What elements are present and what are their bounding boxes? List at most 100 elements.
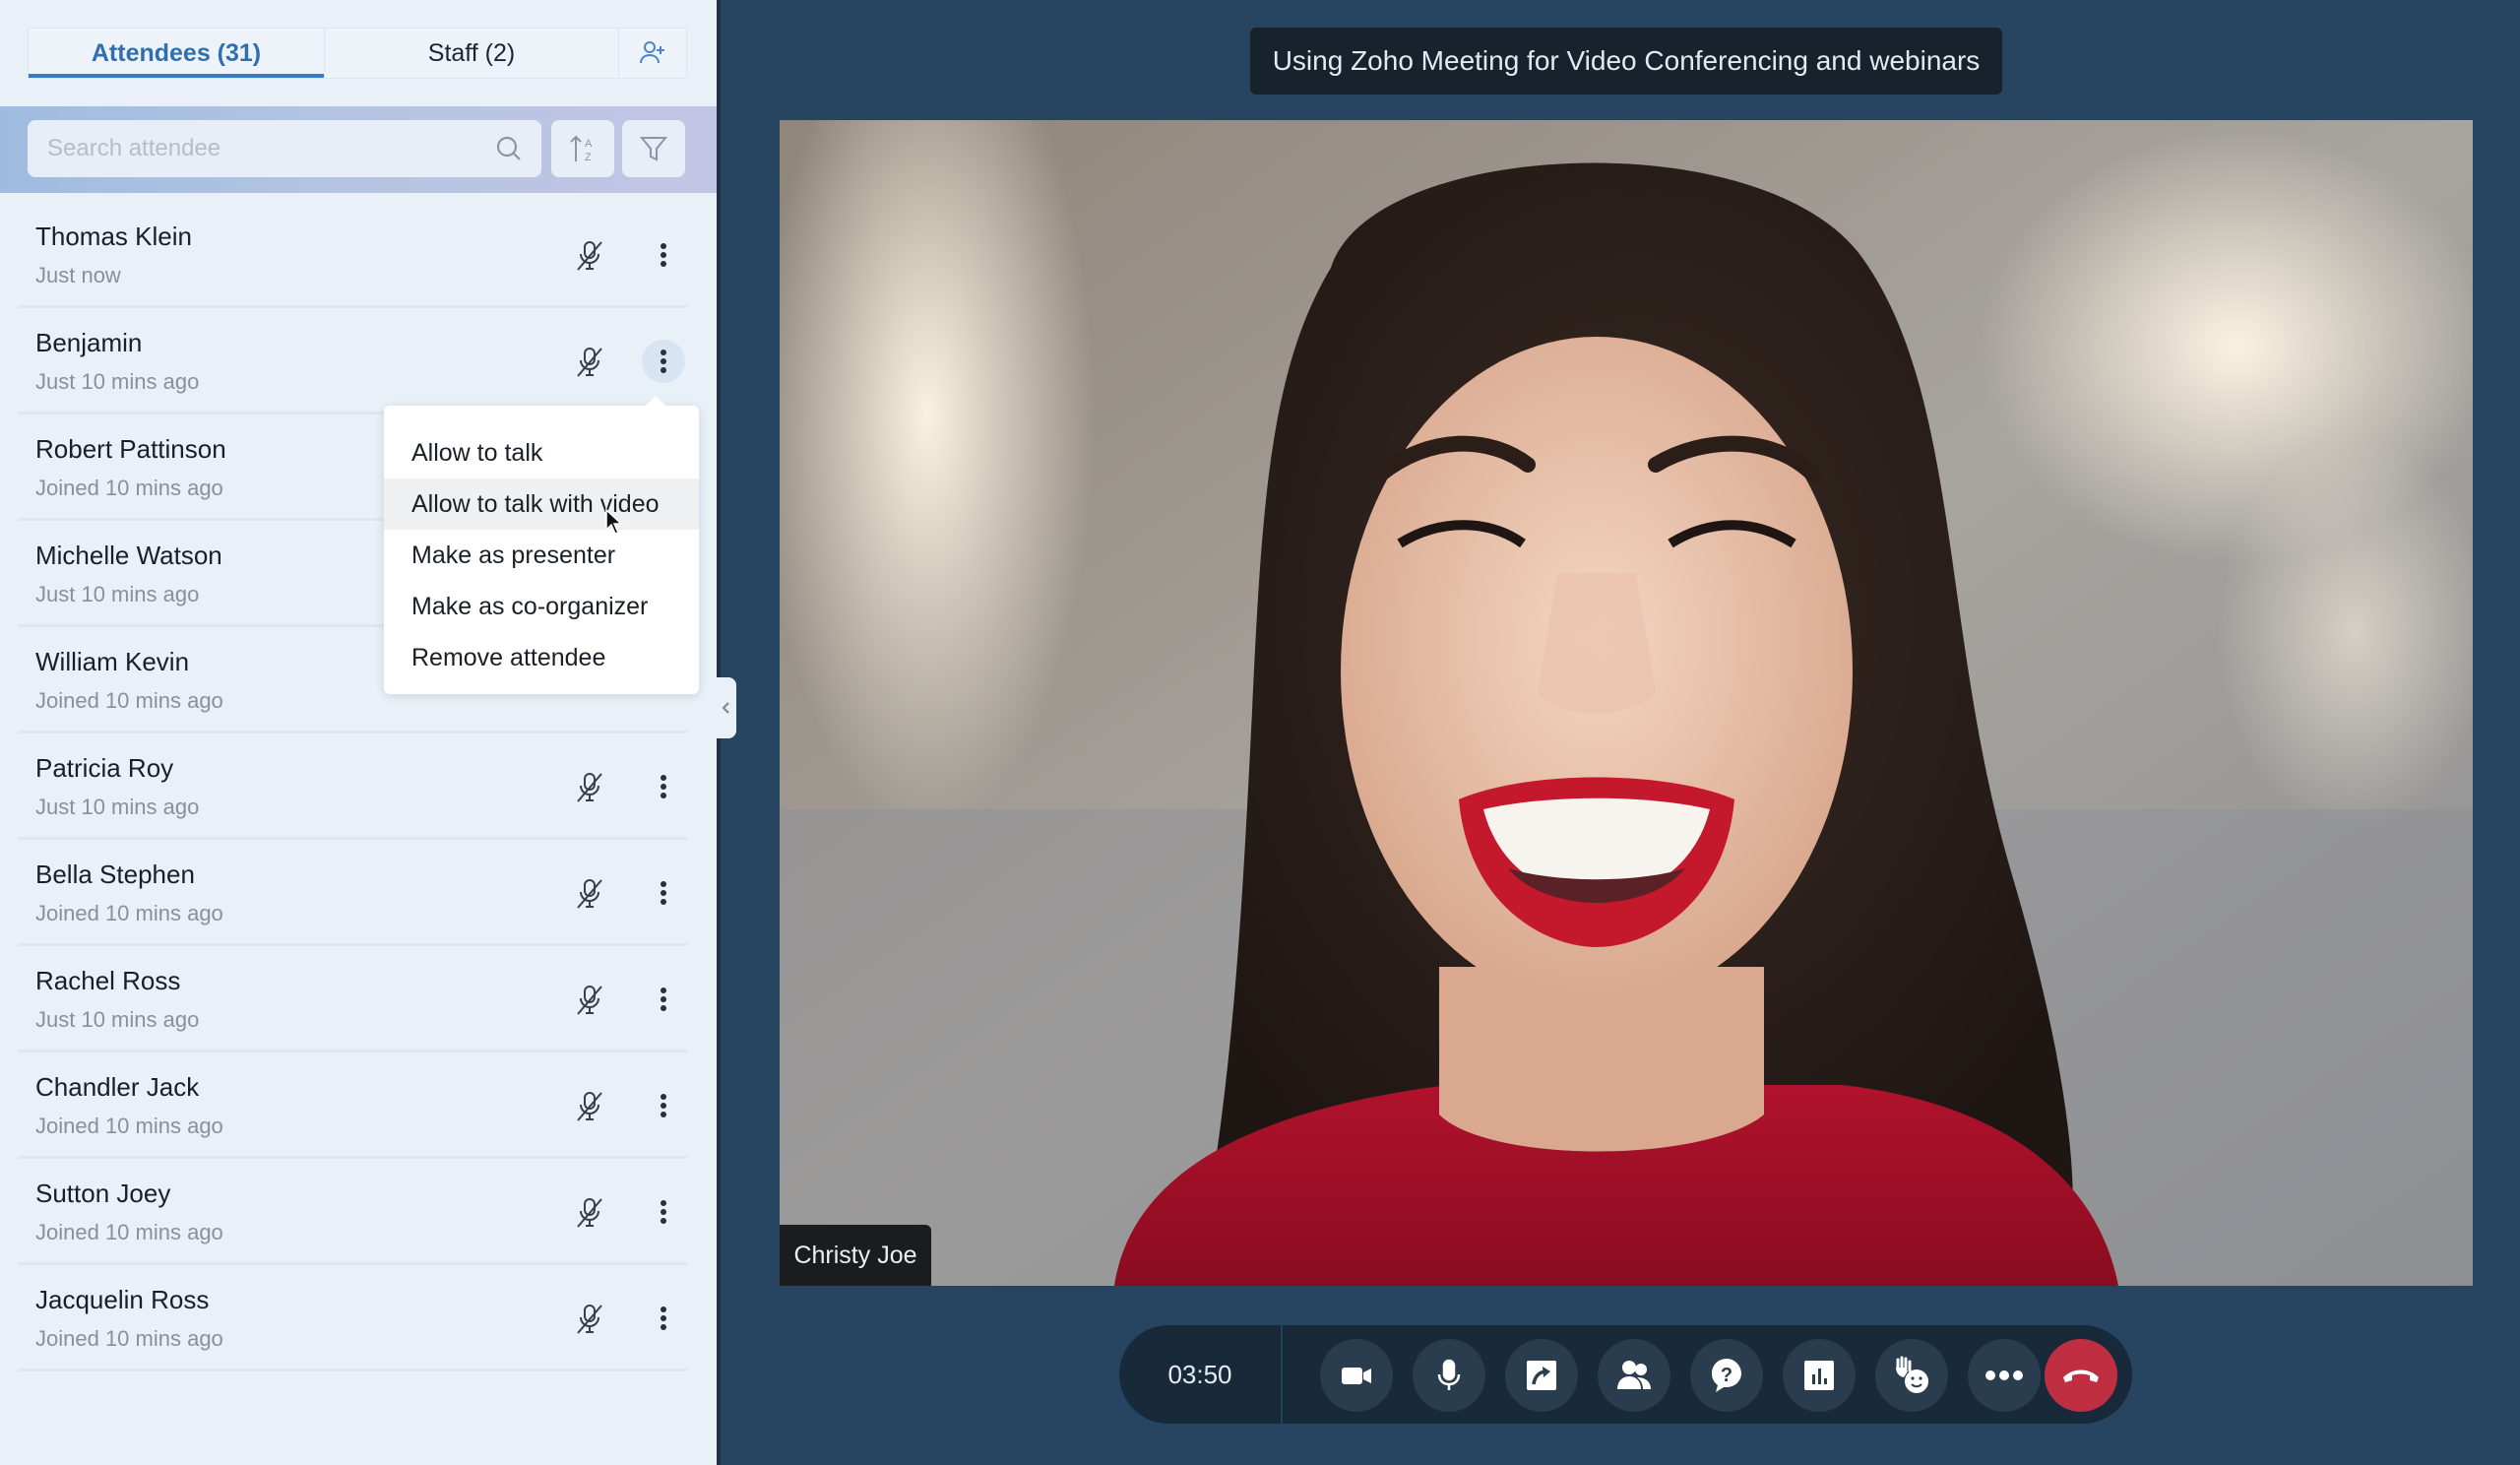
mic-muted-icon[interactable] (575, 877, 604, 911)
attendee-name: Thomas Klein (35, 222, 192, 251)
more-vertical-icon (660, 349, 667, 374)
speaker-video-frame (780, 120, 2473, 1286)
more-vertical-icon (660, 1093, 667, 1118)
menu-item-allow-to-talk[interactable]: Allow to talk (384, 427, 699, 478)
user-plus-icon (640, 41, 664, 64)
attendee-name: Jacquelin Ross (35, 1285, 210, 1314)
more-horizontal-icon (1985, 1370, 2023, 1380)
search-box (28, 120, 541, 177)
attendee-join-status: Just now (35, 263, 121, 287)
attendee-join-status: Joined 10 mins ago (35, 901, 223, 925)
attendee-join-status: Joined 10 mins ago (35, 688, 223, 713)
attendee-more-options-button[interactable] (642, 1084, 685, 1127)
attendee-name: Patricia Roy (35, 753, 174, 783)
svg-text:Z: Z (585, 152, 592, 163)
attendee-join-status: Just 10 mins ago (35, 582, 200, 606)
filter-button[interactable] (622, 120, 685, 177)
participants-icon (1617, 1361, 1651, 1389)
more-vertical-icon (660, 880, 667, 906)
polls-button[interactable] (1783, 1339, 1856, 1412)
attendee-row[interactable]: Rachel Ross Just 10 mins ago (18, 946, 687, 1052)
attendee-name: Chandler Jack (35, 1072, 200, 1102)
attendee-more-options-button[interactable] (642, 340, 685, 383)
svg-text:A: A (585, 138, 593, 150)
microphone-icon (1437, 1359, 1461, 1390)
attendee-join-status: Joined 10 mins ago (35, 476, 223, 500)
attendee-more-options-button[interactable] (642, 1297, 685, 1340)
video-camera-icon (1342, 1368, 1371, 1384)
attendee-row[interactable]: Benjamin Just 10 mins ago (18, 308, 687, 414)
attendee-name: William Kevin (35, 647, 190, 676)
camera-button[interactable] (1320, 1339, 1393, 1412)
speaker-name-tag: Christy Joe (780, 1225, 931, 1286)
microphone-button[interactable] (1413, 1339, 1485, 1412)
attendee-row[interactable]: Bella Stephen Joined 10 mins ago (18, 840, 687, 946)
filter-icon (639, 137, 668, 161)
mic-muted-icon[interactable] (575, 1196, 604, 1230)
poll-chart-icon (1804, 1361, 1834, 1390)
tab-staff[interactable]: Staff (2) (324, 29, 619, 78)
menu-item-allow-to-talk-with-video[interactable]: Allow to talk with video (384, 478, 699, 530)
question-icon: ? (1712, 1359, 1741, 1392)
sidebar-tabs: Attendees (31) Staff (2) (28, 28, 687, 79)
more-vertical-icon (660, 774, 667, 799)
collapse-sidebar-button[interactable] (717, 677, 736, 738)
attendee-row[interactable]: Sutton Joey Joined 10 mins ago (18, 1159, 687, 1265)
tab-attendees[interactable]: Attendees (31) (29, 29, 324, 78)
attendee-row[interactable]: Patricia Roy Just 10 mins ago (18, 733, 687, 840)
search-input[interactable] (45, 134, 494, 163)
more-vertical-icon (660, 1199, 667, 1225)
attendee-more-options-button[interactable] (642, 765, 685, 808)
attendee-name: Sutton Joey (35, 1178, 171, 1208)
sort-button[interactable]: A Z (551, 120, 614, 177)
attendee-row[interactable]: Jacquelin Ross Joined 10 mins ago (18, 1265, 687, 1371)
menu-item-remove-attendee[interactable]: Remove attendee (384, 632, 699, 683)
more-vertical-icon (660, 1306, 667, 1331)
sort-az-icon: A Z (570, 135, 593, 163)
attendee-name: Robert Pattinson (35, 434, 226, 464)
mic-muted-icon[interactable] (575, 346, 604, 379)
end-call-icon (2063, 1369, 2099, 1382)
menu-item-make-co-organizer[interactable]: Make as co-organizer (384, 581, 699, 632)
more-vertical-icon (660, 242, 667, 268)
attendee-join-status: Just 10 mins ago (35, 795, 200, 819)
attendee-more-options-button[interactable] (642, 978, 685, 1021)
raise-hand-icon (1896, 1356, 1928, 1393)
attendee-more-options-button[interactable] (642, 871, 685, 915)
add-user-button[interactable] (619, 29, 686, 78)
attendee-name: Bella Stephen (35, 860, 195, 889)
attendee-name: Benjamin (35, 328, 143, 357)
meeting-timer: 03:50 (1119, 1325, 1283, 1424)
mic-muted-icon[interactable] (575, 1303, 604, 1336)
raise-hand-button[interactable] (1875, 1339, 1948, 1412)
mouse-cursor-icon (605, 508, 623, 535)
attendee-join-status: Just 10 mins ago (35, 1007, 200, 1032)
mic-muted-icon[interactable] (575, 984, 604, 1017)
session-title: Using Zoho Meeting for Video Conferencin… (1250, 28, 2002, 95)
attendee-more-options-button[interactable] (642, 1190, 685, 1234)
more-vertical-icon (660, 987, 667, 1012)
chevron-left-icon (722, 702, 729, 714)
attendee-name: Michelle Watson (35, 541, 222, 570)
share-screen-button[interactable] (1505, 1339, 1578, 1412)
search-toolbar: A Z (0, 106, 717, 193)
mic-muted-icon[interactable] (575, 1090, 604, 1123)
search-icon[interactable] (494, 134, 524, 163)
questions-button[interactable]: ? (1690, 1339, 1763, 1412)
mic-muted-icon[interactable] (575, 771, 604, 804)
attendee-row[interactable]: Thomas Klein Just now (18, 202, 687, 308)
attendee-context-menu: Allow to talk Allow to talk with video M… (384, 396, 699, 694)
attendee-list: Thomas Klein Just now Benjamin Just 10 mins… (0, 202, 717, 1371)
mic-muted-icon[interactable] (575, 239, 604, 273)
participants-button[interactable] (1598, 1339, 1670, 1412)
attendee-sidebar: Attendees (31) Staff (2) A Z (0, 0, 717, 1465)
attendee-name: Rachel Ross (35, 966, 181, 995)
menu-item-make-presenter[interactable]: Make as presenter (384, 530, 699, 581)
share-screen-icon (1527, 1361, 1556, 1390)
svg-text:?: ? (1721, 1365, 1732, 1386)
end-call-button[interactable] (2045, 1339, 2117, 1412)
attendee-more-options-button[interactable] (642, 233, 685, 277)
attendee-join-status: Joined 10 mins ago (35, 1326, 223, 1351)
more-options-button[interactable] (1968, 1339, 2041, 1412)
attendee-row[interactable]: Chandler Jack Joined 10 mins ago (18, 1052, 687, 1159)
